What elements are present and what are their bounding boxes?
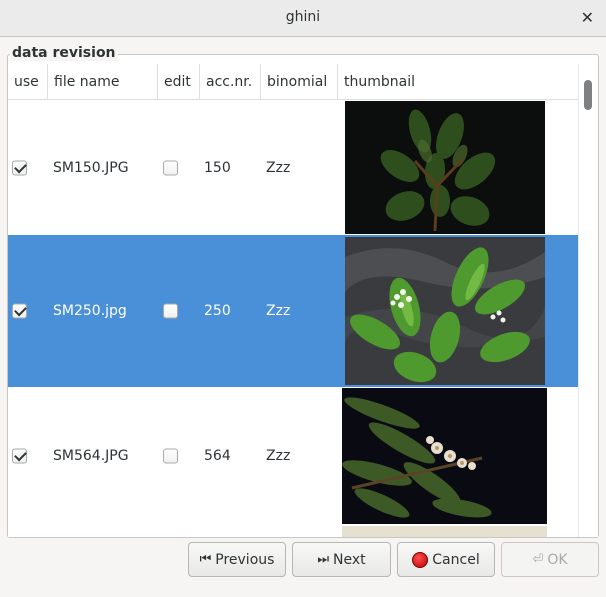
ok-label: OK xyxy=(547,551,568,568)
column-header-acc-nr[interactable]: acc.nr. xyxy=(200,64,261,100)
use-checkbox[interactable] xyxy=(12,160,27,175)
table-row[interactable]: SM564.JPG 564 Zzz xyxy=(8,387,578,525)
use-checkbox[interactable] xyxy=(12,303,27,319)
file-name: SM250.jpg xyxy=(53,303,127,319)
cancel-button[interactable]: Cancel xyxy=(397,542,495,577)
title-bar: ghini ✕ xyxy=(0,0,606,37)
acc-nr: 150 xyxy=(204,159,231,176)
enter-icon: ⏎ xyxy=(532,552,544,567)
column-header-binomial[interactable]: binomial xyxy=(261,64,338,100)
thumbnail-image xyxy=(342,526,547,537)
column-header-thumbnail[interactable]: thumbnail xyxy=(338,64,578,100)
table-row[interactable] xyxy=(8,525,578,537)
thumbnail-image xyxy=(345,237,545,385)
table-row[interactable]: SM150.JPG 150 Zzz xyxy=(8,100,578,235)
binomial: Zzz xyxy=(266,159,291,176)
ok-button[interactable]: ⏎ OK xyxy=(501,542,599,577)
column-header-file-name[interactable]: file name xyxy=(48,64,158,100)
file-name: SM564.JPG xyxy=(53,448,129,464)
binomial: Zzz xyxy=(266,448,291,464)
thumbnail-image xyxy=(342,388,547,524)
edit-checkbox[interactable] xyxy=(163,303,178,319)
binomial: Zzz xyxy=(266,303,291,319)
table-header: use file name edit acc.nr. binomial thum… xyxy=(8,64,578,100)
column-header-edit[interactable]: edit xyxy=(158,64,200,100)
window-title: ghini xyxy=(285,9,321,25)
skip-forward-icon: ⏭ xyxy=(317,552,330,567)
previous-button[interactable]: ⏮ Previous xyxy=(188,542,286,577)
table-row[interactable]: SM250.jpg 250 Zzz xyxy=(8,235,578,387)
edit-checkbox[interactable] xyxy=(163,160,178,175)
skip-back-icon: ⏮ xyxy=(199,552,212,567)
scrollbar-thumb[interactable] xyxy=(584,80,592,110)
thumbnail-image xyxy=(345,101,545,234)
table-body: SM150.JPG 150 Zzz SM250.jpg 250 Zzz SM56… xyxy=(8,100,578,537)
edit-checkbox[interactable] xyxy=(163,448,178,464)
acc-nr: 250 xyxy=(204,303,231,319)
next-button[interactable]: ⏭ Next xyxy=(292,542,391,577)
frame-label: data revision xyxy=(10,45,118,61)
previous-label: Previous xyxy=(215,551,275,568)
cancel-label: Cancel xyxy=(432,551,480,568)
stop-icon xyxy=(412,551,429,568)
close-icon[interactable]: ✕ xyxy=(581,8,594,27)
column-header-use[interactable]: use xyxy=(8,64,48,100)
use-checkbox[interactable] xyxy=(12,448,27,464)
vertical-scrollbar[interactable] xyxy=(578,64,598,537)
file-name: SM150.JPG xyxy=(53,159,129,176)
next-label: Next xyxy=(333,551,366,568)
acc-nr: 564 xyxy=(204,448,231,464)
